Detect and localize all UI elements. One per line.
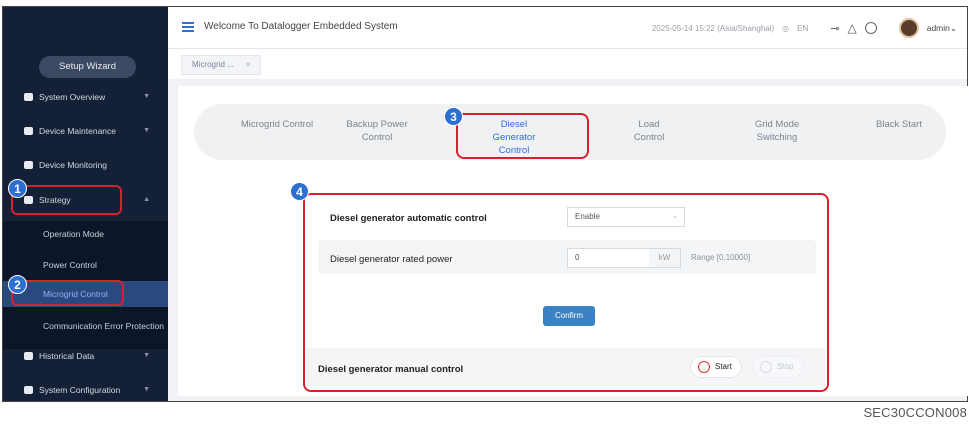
- sidebar-item-device-monitoring[interactable]: Device Monitoring: [3, 152, 168, 178]
- annotation-box-microgrid: [11, 280, 124, 306]
- maintenance-icon: [24, 127, 33, 135]
- close-icon[interactable]: ×: [246, 60, 251, 69]
- step-badge-1: 1: [8, 179, 27, 198]
- sidebar-item-label: System Overview: [39, 92, 106, 102]
- chevron-down-icon: ▼: [143, 386, 150, 393]
- setup-wizard-button[interactable]: Setup Wizard: [39, 56, 136, 78]
- sidebar-item-historical-data[interactable]: Historical Data ▼: [3, 343, 168, 369]
- historical-data-icon: [24, 352, 33, 360]
- chevron-down-icon: ▼: [143, 352, 150, 359]
- avatar[interactable]: [898, 18, 919, 38]
- sidebar-item-label: Historical Data: [39, 351, 95, 361]
- tab-microgrid[interactable]: Microgrid ... ×: [181, 55, 262, 75]
- sidebar-item-system-overview[interactable]: System Overview ▼: [3, 84, 168, 110]
- username-label: admin: [926, 22, 950, 33]
- tab-black-start[interactable]: Black Start: [874, 118, 924, 131]
- tab-microgrid-control[interactable]: Microgrid Control: [232, 118, 322, 131]
- overview-icon: [24, 93, 33, 101]
- figure-code: SEC30CCON008: [863, 405, 967, 420]
- header-toolbar: 2025-05-14 15:22 (Asia/Shanghai) ◎ EN ⊸ …: [652, 17, 957, 39]
- page-tab-bar: Microgrid ... ×: [168, 49, 967, 79]
- configuration-icon: [24, 386, 33, 394]
- annotation-box-diesel-tab: [456, 113, 589, 159]
- language-label[interactable]: EN: [797, 24, 808, 33]
- sidebar-subitem-communication-error-protection[interactable]: Communication Error Protection: [3, 313, 168, 339]
- chevron-down-icon: ▼: [143, 93, 150, 100]
- tab-grid-mode-switching[interactable]: Grid Mode Switching: [737, 118, 817, 144]
- chevron-down-icon: ⌄: [949, 22, 957, 33]
- sidebar-subitem-power-control[interactable]: Power Control: [3, 252, 168, 278]
- user-menu[interactable]: admin⌄: [927, 23, 957, 34]
- sidebar-item-label: System Configuration: [39, 385, 121, 395]
- step-badge-3: 3: [444, 107, 463, 126]
- top-header: Welcome To Datalogger Embedded System 20…: [168, 7, 967, 49]
- menu-icon[interactable]: [182, 22, 194, 32]
- tab-backup-power-control[interactable]: Backup Power Control: [342, 118, 412, 144]
- annotation-box-diesel-form: [303, 193, 829, 392]
- sidebar-item-device-maintenance[interactable]: Device Maintenance ▼: [3, 118, 168, 144]
- step-badge-2: 2: [8, 275, 27, 294]
- settings-icon[interactable]: [864, 22, 877, 34]
- sidebar-item-system-configuration[interactable]: System Configuration ▼: [3, 377, 168, 401]
- annotation-box-strategy: [11, 185, 122, 215]
- globe-icon[interactable]: ◎: [782, 24, 789, 33]
- chevron-down-icon: ▼: [143, 127, 150, 134]
- sidebar-item-label: Device Maintenance: [39, 126, 117, 136]
- sidebar-subitem-operation-mode[interactable]: Operation Mode: [3, 221, 168, 247]
- tab-label: Microgrid ...: [192, 60, 234, 69]
- monitoring-icon: [24, 161, 33, 169]
- alarm-bell-icon[interactable]: △: [847, 21, 856, 35]
- tab-load-control[interactable]: Load Control: [624, 118, 674, 144]
- chevron-up-icon: ▲: [143, 196, 150, 203]
- page-title: Welcome To Datalogger Embedded System: [204, 21, 398, 32]
- step-badge-4: 4: [290, 182, 309, 201]
- sidebar-item-label: Device Monitoring: [39, 160, 108, 170]
- network-icon[interactable]: ⊸: [830, 22, 839, 35]
- datetime-label: 2025-05-14 15:22 (Asia/Shanghai): [651, 23, 775, 33]
